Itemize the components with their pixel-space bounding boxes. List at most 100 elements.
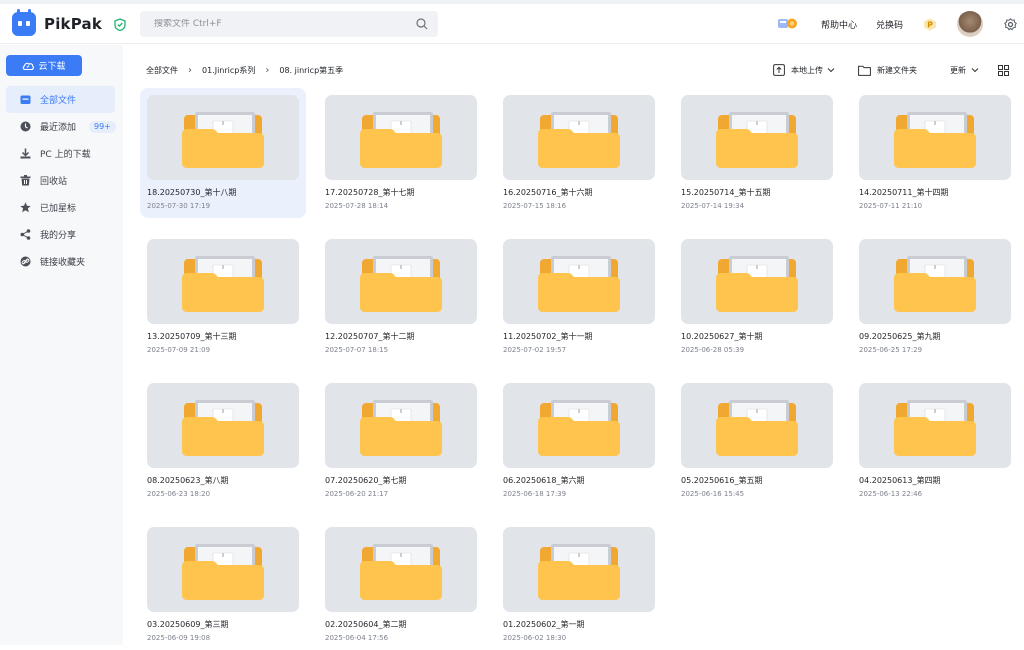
chevron-down-icon	[827, 68, 835, 73]
upload-button[interactable]: 本地上传	[773, 62, 835, 78]
file-card[interactable]: 07.20250620_第七期 2025-06-20 21:17	[318, 376, 484, 506]
folder-icon	[538, 112, 620, 168]
folder-thumbnail[interactable]	[325, 95, 477, 180]
folder-thumbnail[interactable]	[859, 383, 1011, 468]
folder-icon	[894, 256, 976, 312]
file-name[interactable]: 13.20250709_第十三期	[147, 331, 236, 342]
file-date: 2025-07-14 19:34	[681, 202, 745, 210]
file-name[interactable]: 07.20250620_第七期	[325, 475, 406, 486]
clock-icon	[20, 121, 31, 132]
file-card[interactable]: 15.20250714_第十五期 2025-07-14 19:34	[674, 88, 840, 218]
chevron-right-icon: ›	[188, 65, 192, 76]
search-input[interactable]	[154, 19, 404, 29]
file-card[interactable]: 05.20250616_第五期 2025-06-16 15:45	[674, 376, 840, 506]
folder-thumbnail[interactable]	[147, 383, 299, 468]
folder-thumbnail[interactable]	[325, 527, 477, 612]
file-name[interactable]: 06.20250618_第六期	[503, 475, 584, 486]
folder-thumbnail[interactable]	[503, 527, 655, 612]
file-card[interactable]: 08.20250623_第八期 2025-06-23 18:20	[140, 376, 306, 506]
file-card[interactable]: 11.20250702_第十一期 2025-07-02 19:57	[496, 232, 662, 362]
folder-thumbnail[interactable]	[681, 383, 833, 468]
file-date: 2025-06-09 19:08	[147, 634, 211, 642]
folder-thumbnail[interactable]	[503, 95, 655, 180]
sidebar-item-my-shares[interactable]: 我的分享	[6, 221, 115, 248]
sidebar-item-starred[interactable]: 已加星标	[6, 194, 115, 221]
sidebar-item-pc-downloads[interactable]: PC 上的下载	[6, 140, 115, 167]
file-date: 2025-06-25 17:29	[859, 346, 923, 354]
recent-count-badge: 99+	[89, 121, 116, 133]
file-name[interactable]: 03.20250609_第三期	[147, 619, 228, 630]
cloud-download-button[interactable]: 云下载	[6, 55, 82, 76]
folder-thumbnail[interactable]	[859, 95, 1011, 180]
file-card[interactable]: 17.20250728_第十七期 2025-07-28 18:14	[318, 88, 484, 218]
premium-icon[interactable]: P	[923, 18, 937, 31]
file-card[interactable]: 03.20250609_第三期 2025-06-09 19:08	[140, 520, 306, 650]
new-folder-button[interactable]: 新建文件夹	[858, 62, 917, 78]
folder-icon	[716, 112, 798, 168]
sidebar-nav: 全部文件 最近添加 99+ PC 上的下载 回收站 已加星标 我的分享 链接收藏…	[6, 86, 116, 275]
redeem-code-link[interactable]: 兑换码	[876, 18, 903, 31]
sidebar-item-recent[interactable]: 最近添加 99+	[6, 113, 116, 140]
file-name[interactable]: 05.20250616_第五期	[681, 475, 762, 486]
membership-badges-icon[interactable]	[777, 17, 799, 30]
file-name[interactable]: 17.20250728_第十七期	[325, 187, 414, 198]
file-card[interactable]: 18.20250730_第十八期 2025-07-30 17:19	[140, 88, 306, 218]
folder-icon	[182, 112, 264, 168]
shield-check-icon[interactable]	[114, 17, 126, 31]
file-name[interactable]: 11.20250702_第十一期	[503, 331, 592, 342]
file-card[interactable]: 09.20250625_第九期 2025-06-25 17:29	[852, 232, 1018, 362]
gear-icon[interactable]	[1004, 18, 1017, 31]
folder-icon	[182, 544, 264, 600]
folder-thumbnail[interactable]	[681, 239, 833, 324]
new-folder-label: 新建文件夹	[877, 65, 917, 75]
file-name[interactable]: 02.20250604_第二期	[325, 619, 406, 630]
sort-button[interactable]: 更新	[950, 62, 979, 78]
file-card[interactable]: 01.20250602_第一期 2025-06-02 18:30	[496, 520, 662, 650]
file-card[interactable]: 10.20250627_第十期 2025-06-28 05:39	[674, 232, 840, 362]
file-name[interactable]: 08.20250623_第八期	[147, 475, 228, 486]
file-date: 2025-06-20 21:17	[325, 490, 389, 498]
folder-thumbnail[interactable]	[325, 383, 477, 468]
file-card[interactable]: 02.20250604_第二期 2025-06-04 17:56	[318, 520, 484, 650]
breadcrumb-item[interactable]: 全部文件	[146, 65, 178, 76]
breadcrumb-item[interactable]: 01.Jinricp系列	[202, 65, 255, 76]
file-card[interactable]: 06.20250618_第六期 2025-06-18 17:39	[496, 376, 662, 506]
folder-thumbnail[interactable]	[325, 239, 477, 324]
file-name[interactable]: 01.20250602_第一期	[503, 619, 584, 630]
sidebar-item-all-files[interactable]: 全部文件	[6, 86, 115, 113]
link-icon	[20, 256, 31, 267]
file-card[interactable]: 13.20250709_第十三期 2025-07-09 21:09	[140, 232, 306, 362]
help-center-link[interactable]: 帮助中心	[821, 18, 857, 31]
file-name[interactable]: 12.20250707_第十二期	[325, 331, 414, 342]
logo[interactable]: PikPak	[12, 9, 126, 36]
folder-thumbnail[interactable]	[147, 239, 299, 324]
file-name[interactable]: 04.20250613_第四期	[859, 475, 940, 486]
folder-thumbnail[interactable]	[147, 95, 299, 180]
file-card[interactable]: 14.20250711_第十四期 2025-07-11 21:10	[852, 88, 1018, 218]
folder-thumbnail[interactable]	[859, 239, 1011, 324]
file-card[interactable]: 16.20250716_第十六期 2025-07-15 18:16	[496, 88, 662, 218]
file-date: 2025-07-11 21:10	[859, 202, 923, 210]
search-box[interactable]	[140, 11, 438, 37]
file-card[interactable]: 12.20250707_第十二期 2025-07-07 18:15	[318, 232, 484, 362]
file-name[interactable]: 09.20250625_第九期	[859, 331, 940, 342]
file-name[interactable]: 14.20250711_第十四期	[859, 187, 948, 198]
chevron-down-icon	[971, 68, 979, 73]
sidebar-item-trash[interactable]: 回收站	[6, 167, 115, 194]
file-name[interactable]: 10.20250627_第十期	[681, 331, 762, 342]
file-card[interactable]: 04.20250613_第四期 2025-06-13 22:46	[852, 376, 1018, 506]
file-name[interactable]: 15.20250714_第十五期	[681, 187, 770, 198]
grid-view-button[interactable]	[998, 62, 1015, 78]
user-avatar[interactable]	[957, 11, 983, 37]
folder-thumbnail[interactable]	[681, 95, 833, 180]
sidebar-item-link-favorites[interactable]: 链接收藏夹	[6, 248, 115, 275]
folder-thumbnail[interactable]	[147, 527, 299, 612]
folder-thumbnail[interactable]	[503, 383, 655, 468]
folder-thumbnail[interactable]	[503, 239, 655, 324]
folder-icon	[894, 112, 976, 168]
folder-icon	[182, 256, 264, 312]
file-name[interactable]: 16.20250716_第十六期	[503, 187, 592, 198]
file-name[interactable]: 18.20250730_第十八期	[147, 187, 236, 198]
upload-label: 本地上传	[791, 65, 823, 75]
search-icon[interactable]	[416, 18, 428, 30]
